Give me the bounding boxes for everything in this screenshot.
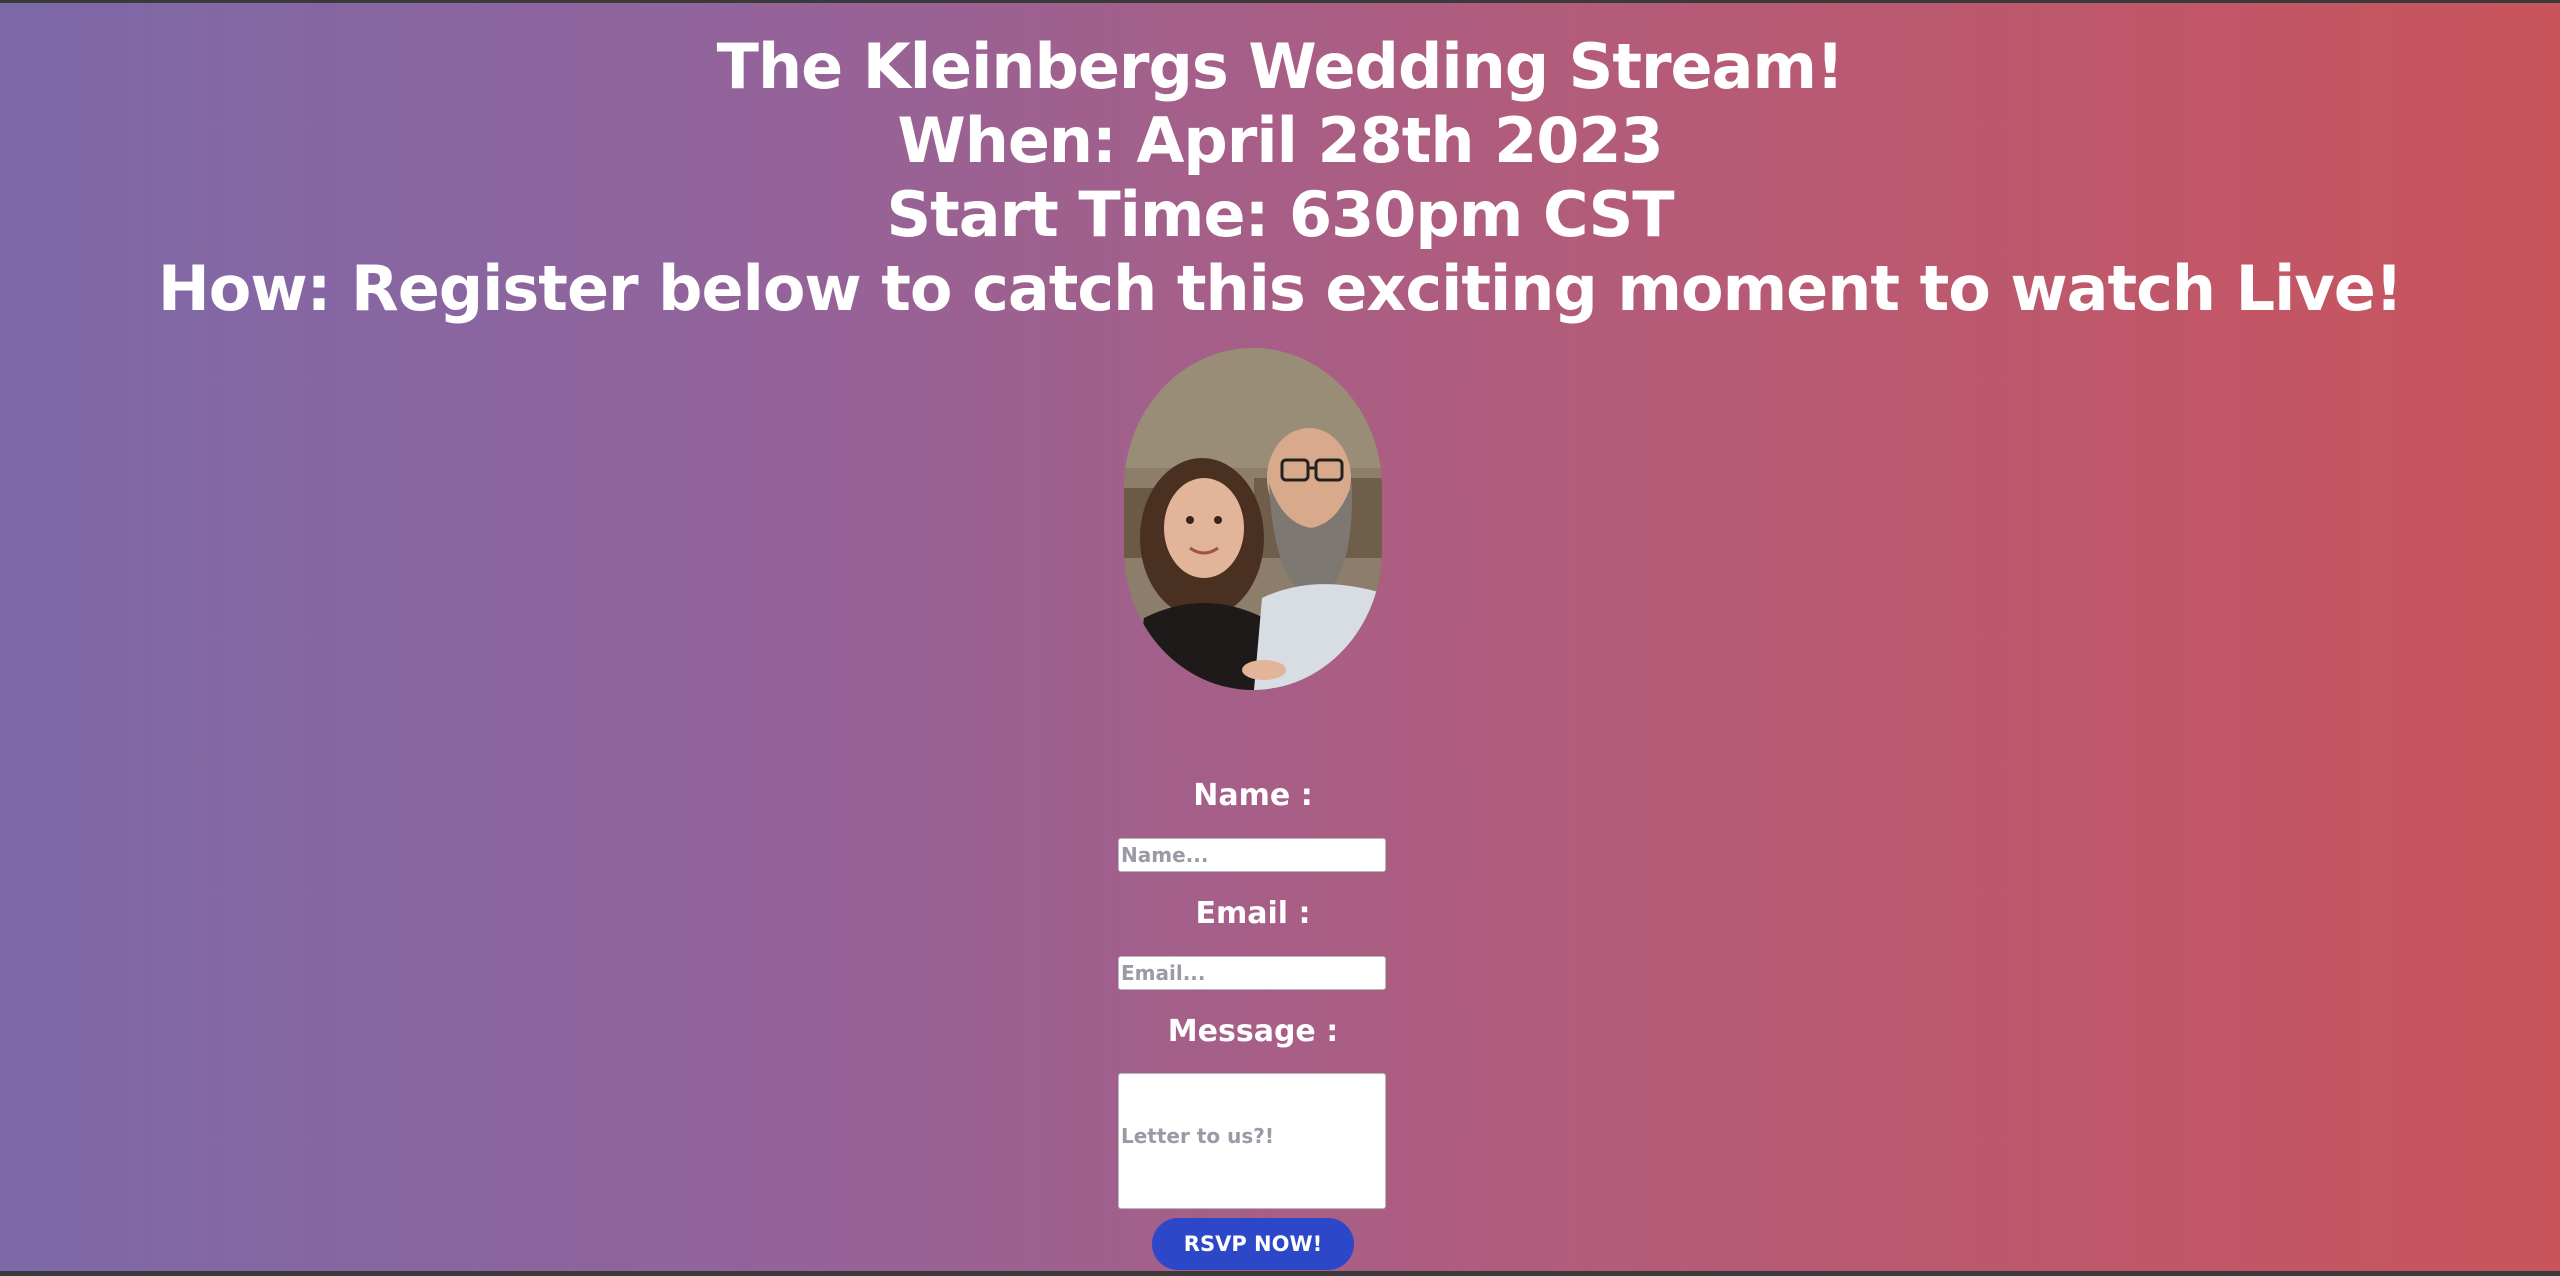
event-start-time: Start Time: 630pm CST bbox=[886, 178, 1674, 251]
event-date: When: April 28th 2023 bbox=[897, 104, 1663, 177]
woman-face bbox=[1164, 478, 1244, 578]
hands bbox=[1242, 660, 1286, 680]
name-label: Name : bbox=[1193, 778, 1313, 813]
page-title: The Kleinbergs Wedding Stream! bbox=[716, 30, 1845, 103]
name-input[interactable] bbox=[1118, 838, 1386, 872]
couple-photo-illustration bbox=[1124, 348, 1382, 690]
window-bottom-edge bbox=[0, 1271, 2560, 1276]
event-instructions: How: Register below to catch this exciti… bbox=[157, 252, 2403, 325]
woman-eye-left bbox=[1186, 516, 1194, 524]
couple-photo bbox=[1124, 348, 1382, 690]
email-label: Email : bbox=[1195, 896, 1311, 931]
woman-eye-right bbox=[1214, 516, 1222, 524]
message-label: Message : bbox=[1167, 1014, 1339, 1049]
window-top-edge bbox=[0, 0, 2560, 3]
email-input[interactable] bbox=[1118, 956, 1386, 990]
rsvp-button[interactable]: RSVP NOW! bbox=[1152, 1218, 1354, 1270]
page-background: The Kleinbergs Wedding Stream! When: Apr… bbox=[0, 0, 2560, 1276]
message-textarea[interactable] bbox=[1118, 1073, 1386, 1209]
